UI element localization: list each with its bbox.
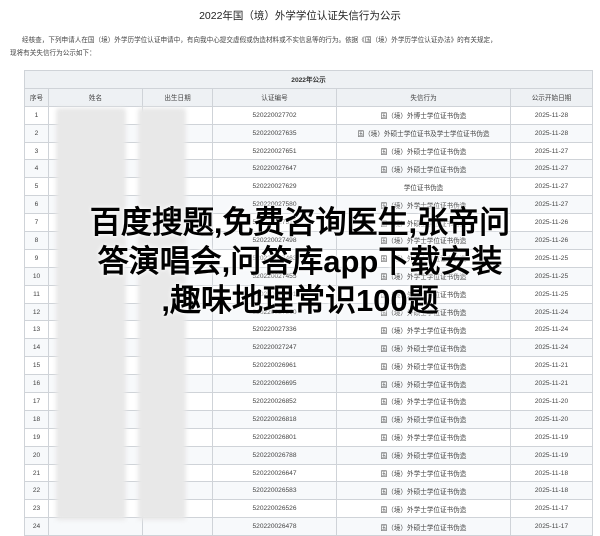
table-cell: 520220027629 [212,177,337,197]
table-cell: 2025-11-17 [509,517,594,536]
page-title: 2022年国（境）外学学位认证失信行为公示 [199,10,401,22]
table-cell: 国（境）外学士学位证书伪造 [336,320,511,340]
table-cell: 24 [24,517,49,536]
table-cell: 520220026788 [212,445,337,465]
table-header-row: 序号 姓名 出生日期 认证编号 失信行为 公示开始日期 [24,87,594,107]
table-cell: 2025-11-19 [509,445,594,465]
table-cell: 19 [24,427,49,447]
table-cell: 5 [24,177,49,197]
table-cell: 520220026526 [212,499,337,519]
intro-text: 经核查，下列申请人在国（境）外学历学位认证申请中，有向我中心提交虚假或伪造材料或… [10,34,590,60]
column-header: 出生日期 [142,87,213,107]
column-header: 失信行为 [336,87,511,107]
table-cell: 4 [24,159,49,179]
table-cell: 18 [24,409,49,429]
table-cell: 国（境）外硕士学位证书伪造 [336,159,511,179]
table-cell: 520220026583 [212,481,337,501]
column-header: 公示开始日期 [509,87,594,107]
table-cell: 520220026961 [212,356,337,376]
table-cell: 国（境）外博士学位证书伪造 [336,105,511,125]
table-cell: 2025-11-21 [509,356,594,376]
overlay-line-1: 百度搜题,免费咨询医生,张帝问 [89,205,511,240]
table-cell: 国（境）外学士学位证书伪造 [336,499,511,519]
table-cell: 国（境）外硕士学位证书伪造 [336,356,511,376]
table-cell: 2025-11-27 [509,141,594,161]
table-cell: 14 [24,338,49,358]
table-cell: 23 [24,499,49,519]
table-cell: 13 [24,320,49,340]
table-cell: 国（境）外硕士学位证书伪造 [336,481,511,501]
watermark-overlay: 百度搜题,免费咨询医生,张帝问 答演唱会,问答库app下载安装 ,趣味地理常识1… [0,203,600,320]
column-header: 序号 [24,87,49,107]
table-cell: 国（境）外硕士学位证书伪造 [336,409,511,429]
table-cell: 21 [24,463,49,483]
table-cell: 15 [24,356,49,376]
table-cell: 国（境）外硕士学位证书伪造 [336,141,511,161]
table-cell: 2025-11-18 [509,463,594,483]
table-cell: 520220026801 [212,427,337,447]
table-row: 24 520220026478 国（境）外硕士学位证书伪造 2025-11-17 [24,517,594,536]
table-cell: 学位证书伪造 [336,177,511,197]
table-cell: 520220026695 [212,374,337,394]
table-cell [142,517,213,536]
table-cell: 520220026818 [212,409,337,429]
table-cell: 520220027247 [212,338,337,358]
table-cell: 2025-11-20 [509,409,594,429]
intro-paragraph-continued: 现将有关失信行为公示如下： [10,50,96,57]
table-cell: 520220027651 [212,141,337,161]
intro-paragraph: 经核查，下列申请人在国（境）外学历学位认证申请中，有向我中心提交虚假或伪造材料或… [22,37,497,44]
table-cell: 国（境）外学士学位证书伪造 [336,392,511,411]
table-cell: 520220027635 [212,123,337,143]
table-cell: 16 [24,374,49,394]
table-cell: 国（境）外硕士学位证书伪造 [336,374,511,394]
table-cell: 国（境）外硕士学位证书伪造 [336,517,511,536]
table-cell: 22 [24,481,49,501]
table-cell: 2025-11-21 [509,374,594,394]
overlay-line-2: 答演唱会,问答库app下载安装 [97,244,503,279]
table-cell: 2025-11-18 [509,481,594,501]
table-cell: 520220027336 [212,320,337,340]
table-cell: 2025-11-28 [509,105,594,125]
table-cell [48,517,143,536]
table-cell: 17 [24,392,49,411]
table-cell: 520220027647 [212,159,337,179]
table-cell: 2025-11-27 [509,159,594,179]
table-cell: 国（境）外学士学位证书伪造 [336,463,511,483]
table-cell: 2025-11-24 [509,320,594,340]
column-header: 姓名 [48,87,143,107]
table-cell: 20 [24,445,49,465]
table-cell: 2025-11-28 [509,123,594,143]
table-cell: 国（境）外硕士学位证书伪造 [336,338,511,358]
table-cell: 2 [24,123,49,143]
table-cell: 520220026647 [212,463,337,483]
table-cell: 520220026478 [212,517,337,536]
table-cell: 1 [24,105,49,125]
column-header: 认证编号 [212,87,337,107]
table-cell: 国（境）外硕士学位证书及学士学位证书伪造 [336,123,511,143]
table-cell: 2025-11-20 [509,392,594,411]
table-cell: 2025-11-19 [509,427,594,447]
overlay-line-3: ,趣味地理常识100题 [161,283,439,318]
table-cell: 国（境）外硕士学位证书伪造 [336,445,511,465]
table-cell: 2025-11-27 [509,177,594,197]
table-cell: 2025-11-24 [509,338,594,358]
table-cell: 520220027702 [212,105,337,125]
table-caption: 2022年公示 [23,70,594,89]
table-cell: 国（境）外学士学位证书伪造 [336,427,511,447]
table-cell: 520220026852 [212,392,337,411]
table-cell: 3 [24,141,49,161]
table-cell: 2025-11-17 [509,499,594,519]
